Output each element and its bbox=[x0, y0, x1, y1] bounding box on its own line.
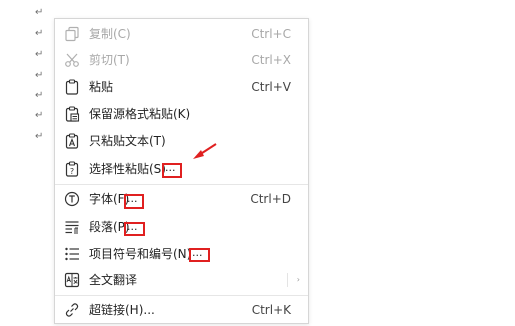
annotation-arrow-icon bbox=[193, 143, 217, 159]
